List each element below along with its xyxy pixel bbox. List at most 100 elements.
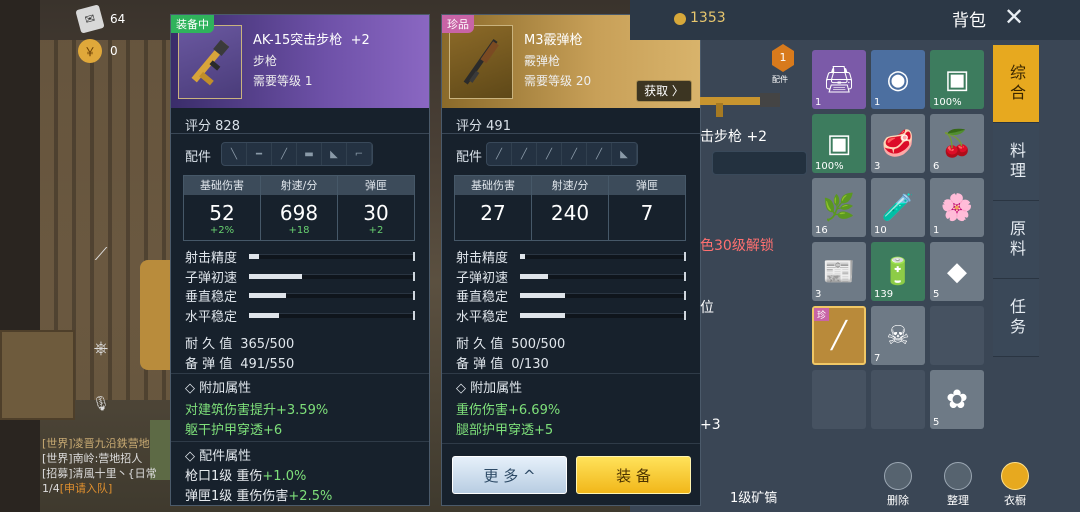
stat-bar: [520, 271, 686, 281]
attachment-slot[interactable]: ⌐: [347, 143, 372, 165]
shotgun-thumbnail: [449, 25, 513, 99]
inventory-slot[interactable]: ▣ 100%: [812, 114, 866, 173]
attachment-slots[interactable]: ╲ ━ ╱ ▬ ◣ ⌐: [221, 142, 373, 166]
mic-icon[interactable]: 🎙: [88, 396, 114, 422]
attachment-slot[interactable]: ◣: [322, 143, 347, 165]
stat-fire-rate: 射速/分 240: [532, 176, 609, 240]
inventory-slot[interactable]: 🔋 139: [871, 242, 925, 301]
wardrobe-icon: [1001, 462, 1029, 490]
inventory-slot[interactable]: [812, 370, 866, 429]
gold-coin-icon: ￥: [78, 39, 102, 63]
inventory-slot[interactable]: 🌸 1: [930, 178, 984, 237]
stat-bar-label: 水平稳定: [185, 309, 238, 325]
inventory-slot[interactable]: ✿ 5: [930, 370, 984, 429]
get-button[interactable]: 获取 〉: [636, 80, 692, 102]
item-count: 3: [815, 289, 822, 300]
stats-table: 基础伤害 27 射速/分 240 弹匣 7: [454, 175, 686, 241]
apply-team-link[interactable]: [申请入队]: [60, 482, 113, 495]
plus-text: +3: [700, 417, 721, 433]
ammo-reserve: 备 弹 值 0/130: [456, 357, 549, 372]
inventory-slot[interactable]: [871, 370, 925, 429]
attachment-slots: [712, 151, 807, 175]
attachment-slot[interactable]: ━: [247, 143, 272, 165]
durability: 耐 久 值 365/500: [185, 337, 295, 352]
inventory-slot[interactable]: 🥩 3: [871, 114, 925, 173]
inventory-slot[interactable]: 📰 3: [812, 242, 866, 301]
stat-bar-fill: [520, 312, 565, 318]
item-icon: 🌿: [822, 192, 856, 223]
attachment-slot[interactable]: ▬: [297, 143, 322, 165]
attachment-slot[interactable]: ╱: [537, 143, 562, 165]
attachment-slot[interactable]: ╲: [222, 143, 247, 165]
inventory-slot[interactable]: 🌿 16: [812, 178, 866, 237]
tab-quest[interactable]: 任务: [993, 279, 1039, 357]
stat-bar-label: 水平稳定: [456, 309, 509, 325]
inventory-slot[interactable]: ◉ 1: [871, 50, 925, 109]
attachment-slot[interactable]: ╱: [487, 143, 512, 165]
attachment-slot[interactable]: ╱: [587, 143, 612, 165]
inventory-slot[interactable]: [930, 306, 984, 365]
item-count: 3: [874, 161, 881, 172]
stat-bar-label: 射击精度: [456, 251, 509, 267]
item-icon: ✿: [946, 384, 968, 415]
attachment-slot[interactable]: ╱: [272, 143, 297, 165]
stat-bar: [249, 310, 415, 320]
inventory-slot[interactable]: 🍒 6: [930, 114, 984, 173]
item-count: 139: [874, 289, 894, 300]
equip-button[interactable]: 装 备: [576, 456, 691, 494]
inventory-slot[interactable]: ╱ 珍: [812, 306, 866, 365]
steering-wheel-icon[interactable]: ⎈: [88, 338, 114, 364]
attachment-slot[interactable]: ╱: [562, 143, 587, 165]
item-count: 1: [815, 97, 822, 108]
extra-attr: 对建筑伤害提升+3.59%: [185, 403, 329, 418]
inventory-slot[interactable]: ☠ 7: [871, 306, 925, 365]
item-count: 100%: [933, 97, 962, 108]
attachment-slots[interactable]: ╱ ╱ ╱ ╱ ╱ ◣: [486, 142, 638, 166]
score: 评分 828: [185, 119, 240, 134]
item-icon: 🖨: [822, 64, 856, 95]
coin-count: 1353: [674, 10, 726, 26]
wardrobe-button[interactable]: 衣橱: [995, 462, 1035, 508]
stat-damage: 基础伤害 52 +2%: [184, 176, 261, 240]
stat-bar-row: 子弹初速: [185, 267, 415, 287]
stat-bar: [520, 291, 686, 301]
stat-bar-fill: [249, 273, 303, 279]
tab-materials[interactable]: 原料: [993, 201, 1039, 279]
stat-fire-rate: 射速/分 698 +18: [261, 176, 338, 240]
item-header: 装备中 AK-15突击步枪 +2 步枪 需要等级 1: [171, 15, 429, 108]
tab-all[interactable]: 综合: [993, 45, 1039, 123]
part-attr: 弹匣1级 重伤伤害+2.5%: [185, 489, 333, 504]
item-icon: ◉: [886, 64, 910, 95]
chat-box[interactable]: [世界]凌晋九沿鉄营地 [世界]南岭:营地招人 [招募]清風十里丶{日常 1/4…: [42, 436, 172, 496]
more-button[interactable]: 更 多 ^: [452, 456, 567, 494]
inventory-slot[interactable]: 🖨 1: [812, 50, 866, 109]
stat-bar-label: 子弹初速: [185, 270, 238, 286]
stat-damage: 基础伤害 27: [455, 176, 532, 240]
sort-button[interactable]: 整理: [938, 462, 978, 508]
part-attrs-title: ◇ 配件属性: [185, 449, 252, 464]
stat-bars: 射击精度 子弹初速 垂直稳定 水平稳定: [456, 247, 686, 325]
tab-cooking[interactable]: 料理: [993, 123, 1039, 201]
equipped-item-panel: 装备中 AK-15突击步枪 +2 步枪 需要等级 1 评分 828 配件 ╲ ━ ╱…: [170, 14, 430, 506]
close-icon[interactable]: ✕: [1004, 3, 1024, 31]
inventory-slot[interactable]: ◆ 5: [930, 242, 984, 301]
attachment-slot[interactable]: ╱: [512, 143, 537, 165]
item-type: 霰弹枪: [524, 54, 561, 68]
chat-line: [招募]清風十里丶{日常: [42, 467, 157, 480]
item-count: 10: [874, 225, 887, 236]
bullet-icon[interactable]: ⟋: [88, 244, 114, 270]
item-name: M3霰弹枪: [524, 33, 583, 48]
extra-attr: 躯干护甲穿透+6: [185, 423, 283, 438]
chat-line: [世界]南岭:营地招人: [42, 452, 143, 465]
extra-attrs-title: ◇ 附加属性: [185, 381, 252, 396]
delete-button[interactable]: 删除: [878, 462, 918, 508]
unlock-text: 色30级解锁: [700, 238, 774, 254]
inventory-slot[interactable]: 🧪 10: [871, 178, 925, 237]
stat-bar: [520, 252, 686, 262]
extra-attr: 腿部护甲穿透+5: [456, 423, 554, 438]
stat-bar-fill: [520, 273, 549, 279]
paper-resource: ✉ 64: [75, 4, 125, 34]
inventory-slot[interactable]: ▣ 100%: [930, 50, 984, 109]
attachment-slot[interactable]: ◣: [612, 143, 637, 165]
stat-bar-row: 水平稳定: [185, 306, 415, 326]
